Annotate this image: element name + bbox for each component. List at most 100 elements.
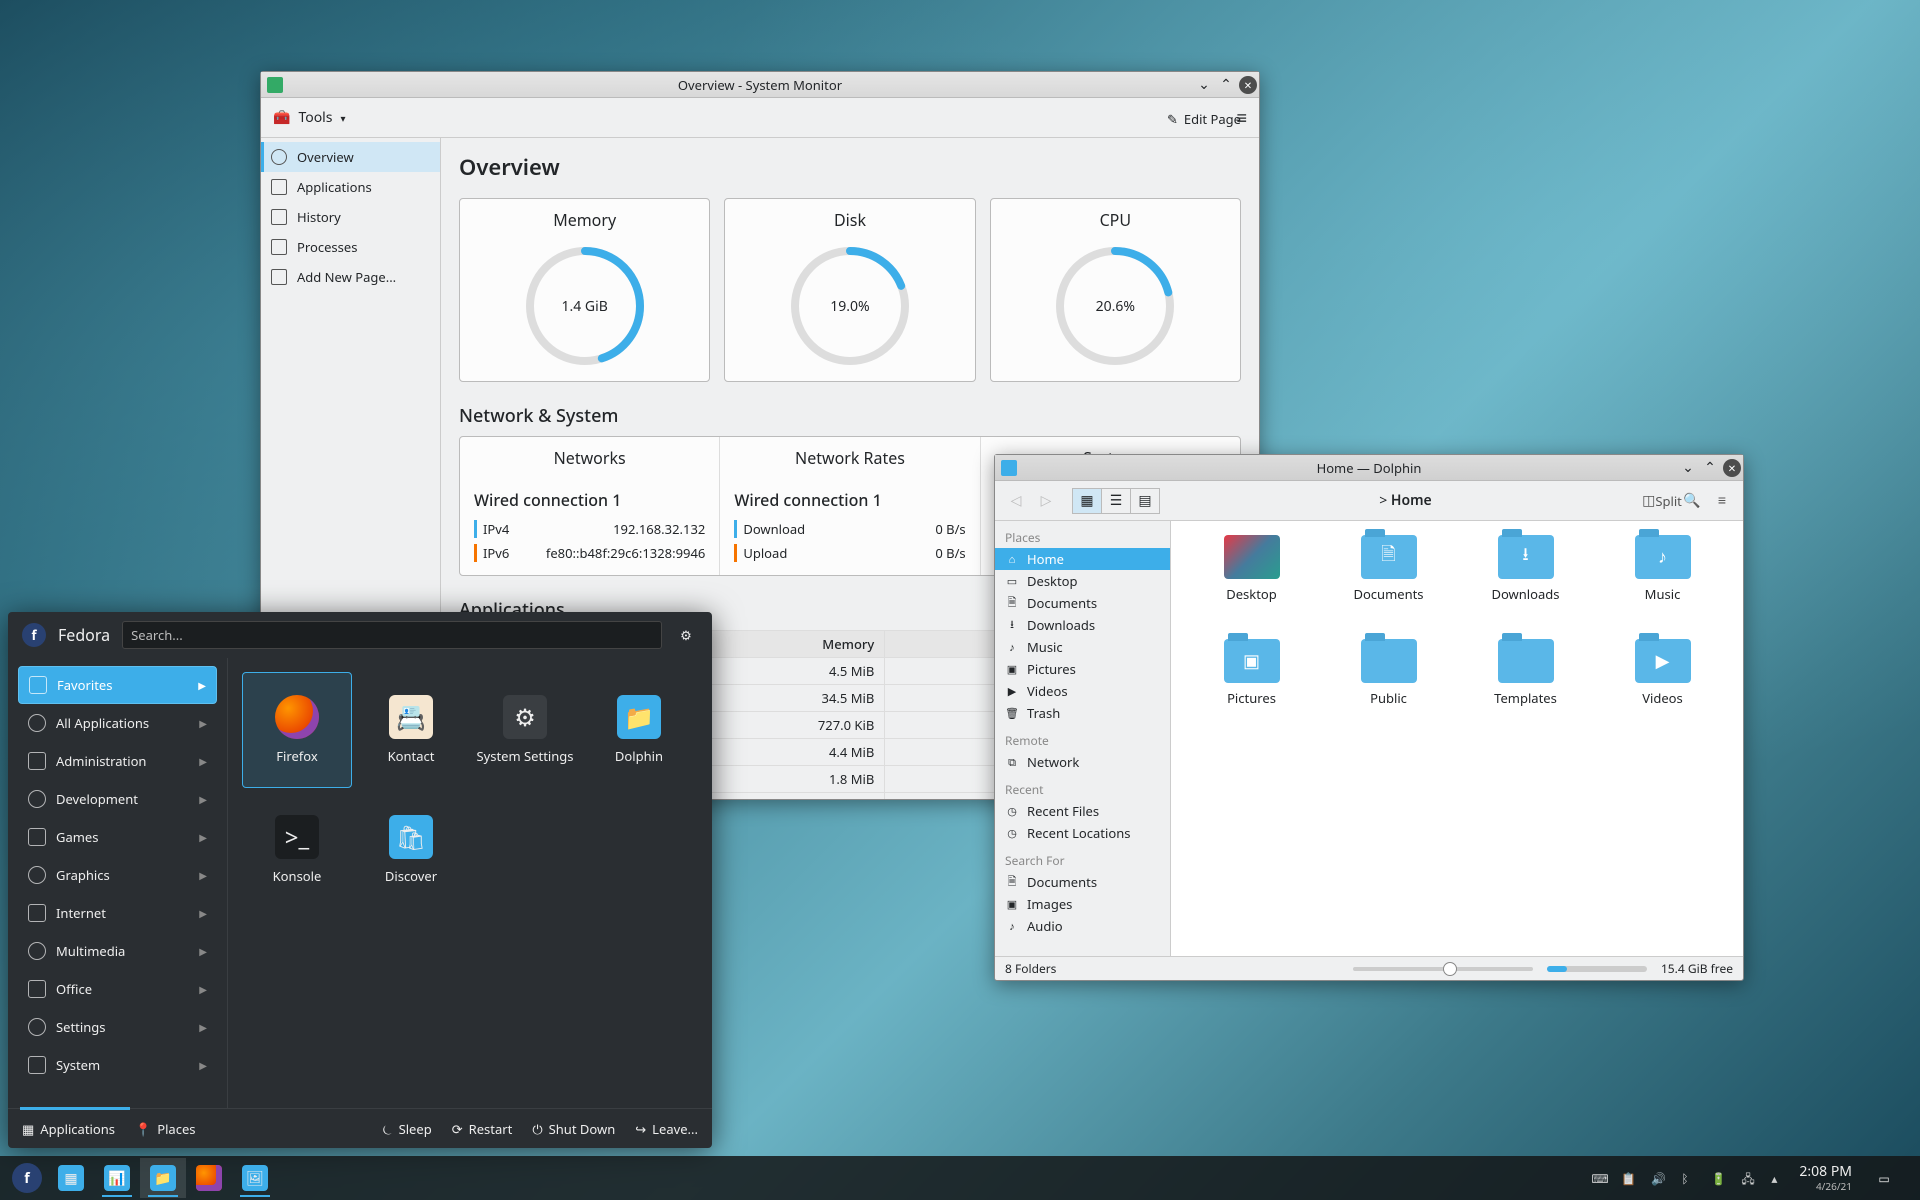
category-office[interactable]: Office▶ [18,970,217,1008]
clipboard-icon[interactable]: 📋 [1621,1170,1637,1186]
close-button[interactable] [1239,76,1257,94]
place-item-network[interactable]: ⧉Network [995,751,1170,773]
close-button[interactable] [1723,459,1741,477]
tools-menu[interactable]: 🧰 Tools ▾ [273,108,346,127]
restart-button[interactable]: ⟳Restart [452,1120,513,1138]
category-development[interactable]: Development▶ [18,780,217,818]
folder-icon: ▶ [1635,639,1691,683]
folder-music[interactable]: ♪Music [1596,535,1729,635]
folder-desktop[interactable]: Desktop [1185,535,1318,635]
details-view-button[interactable]: ▤ [1130,488,1160,514]
back-button[interactable]: ◁ [1005,490,1027,512]
app-konsole[interactable]: >_Konsole [242,792,352,908]
sidebar-item-overview[interactable]: Overview [261,142,440,172]
network-icon[interactable]: 🖧 [1741,1170,1757,1186]
minimize-button[interactable] [1679,459,1697,477]
folder-icon: ♪ [1635,535,1691,579]
place-item-audio[interactable]: ♪Audio [995,915,1170,937]
app-dolphin[interactable]: 📁Dolphin [584,672,694,788]
donut-chart: 1.4 GiB [520,241,650,371]
info-row: Upload0 B/s [734,541,965,565]
maximize-button[interactable] [1217,76,1235,94]
app-kontact[interactable]: 📇Kontact [356,672,466,788]
maximize-button[interactable] [1701,459,1719,477]
app-system-settings[interactable]: ⚙System Settings [470,672,580,788]
task-pager[interactable]: ▦ [48,1158,94,1198]
shutdown-button[interactable]: ⏻Shut Down [532,1120,615,1138]
keyboard-icon[interactable]: ⌨ [1591,1170,1607,1186]
folder-icon [1361,639,1417,683]
titlebar[interactable]: Overview - System Monitor [261,72,1259,98]
tab-places[interactable]: 📍Places [135,1120,196,1138]
sidebar-item-history[interactable]: History [261,202,440,232]
place-item-recent-files[interactable]: ◷Recent Files [995,800,1170,822]
place-item-documents[interactable]: 🗎Documents [995,871,1170,893]
compact-view-button[interactable]: ☰ [1101,488,1131,514]
places-section-header: Places [995,521,1170,548]
leave-button[interactable]: ↪Leave... [635,1120,698,1138]
category-list: Favorites▶All Applications▶Administratio… [8,658,228,1108]
minimize-button[interactable] [1195,76,1213,94]
category-all-applications[interactable]: All Applications▶ [18,704,217,742]
task-image-viewer[interactable]: 🖼 [232,1158,278,1198]
launcher-button[interactable]: f [12,1163,42,1193]
folder-public[interactable]: Public [1322,639,1455,739]
app-firefox[interactable]: Firefox [242,672,352,788]
place-item-documents[interactable]: 🗎Documents [995,592,1170,614]
files-view[interactable]: Desktop🗎Documents⭳Downloads♪Music ▣Pictur… [1171,521,1743,956]
icons-view-button[interactable]: ▦ [1072,488,1102,514]
place-item-images[interactable]: ▣Images [995,893,1170,915]
category-multimedia[interactable]: Multimedia▶ [18,932,217,970]
section-heading: Network & System [459,404,1241,428]
battery-icon[interactable]: 🔋 [1711,1170,1727,1186]
titlebar[interactable]: Home — Dolphin [995,455,1743,481]
place-item-music[interactable]: ♪Music [995,636,1170,658]
chevron-up-icon[interactable]: ▴ [1771,1170,1787,1186]
toolbox-icon: 🧰 [273,108,290,127]
category-administration[interactable]: Administration▶ [18,742,217,780]
disk-card: Disk 19.0% [724,198,975,382]
category-settings[interactable]: Settings▶ [18,1008,217,1046]
folder-templates[interactable]: Templates [1459,639,1592,739]
forward-button[interactable]: ▷ [1035,490,1057,512]
sleep-button[interactable]: ⏾Sleep [382,1120,431,1138]
show-desktop-button[interactable]: ▭ [1864,1158,1904,1198]
volume-icon[interactable]: 🔊 [1651,1170,1667,1186]
sidebar-item-processes[interactable]: Processes [261,232,440,262]
app-discover[interactable]: 🛍Discover [356,792,466,908]
split-button[interactable]: ◫ Split [1651,490,1673,512]
app-icon: 📇 [389,695,433,739]
place-item-videos[interactable]: ▶Videos [995,680,1170,702]
folder-documents[interactable]: 🗎Documents [1322,535,1455,635]
task-dolphin[interactable]: 📁 [140,1158,186,1198]
configure-button[interactable]: ⚙ [674,623,698,647]
place-item-desktop[interactable]: ▭Desktop [995,570,1170,592]
place-item-trash[interactable]: 🗑Trash [995,702,1170,724]
tab-applications[interactable]: ▦Applications [22,1120,115,1138]
search-input[interactable]: Search... [122,621,662,649]
hamburger-menu[interactable]: ≡ [1711,490,1733,512]
search-button[interactable]: 🔍 [1681,490,1703,512]
clock[interactable]: 2:08 PM 4/26/21 [1799,1164,1852,1193]
place-item-recent-locations[interactable]: ◷Recent Locations [995,822,1170,844]
category-internet[interactable]: Internet▶ [18,894,217,932]
category-favorites[interactable]: Favorites▶ [18,666,217,704]
task-firefox[interactable] [186,1158,232,1198]
place-item-downloads[interactable]: ⭳Downloads [995,614,1170,636]
folder-videos[interactable]: ▶Videos [1596,639,1729,739]
category-system[interactable]: System▶ [18,1046,217,1084]
chevron-right-icon: ▶ [199,792,207,806]
task-sysmon[interactable]: 📊 [94,1158,140,1198]
bluetooth-icon[interactable]: ᛒ [1681,1170,1697,1186]
sidebar-item-applications[interactable]: Applications [261,172,440,202]
folder-downloads[interactable]: ⭳Downloads [1459,535,1592,635]
category-graphics[interactable]: Graphics▶ [18,856,217,894]
place-item-pictures[interactable]: ▣Pictures [995,658,1170,680]
zoom-slider[interactable] [1353,967,1533,971]
place-icon: 🗎 [1005,596,1019,610]
breadcrumb[interactable]: > Home [1168,491,1643,510]
sidebar-item-add-new-page-[interactable]: Add New Page... [261,262,440,292]
place-item-home[interactable]: ⌂Home [995,548,1170,570]
category-games[interactable]: Games▶ [18,818,217,856]
folder-pictures[interactable]: ▣Pictures [1185,639,1318,739]
